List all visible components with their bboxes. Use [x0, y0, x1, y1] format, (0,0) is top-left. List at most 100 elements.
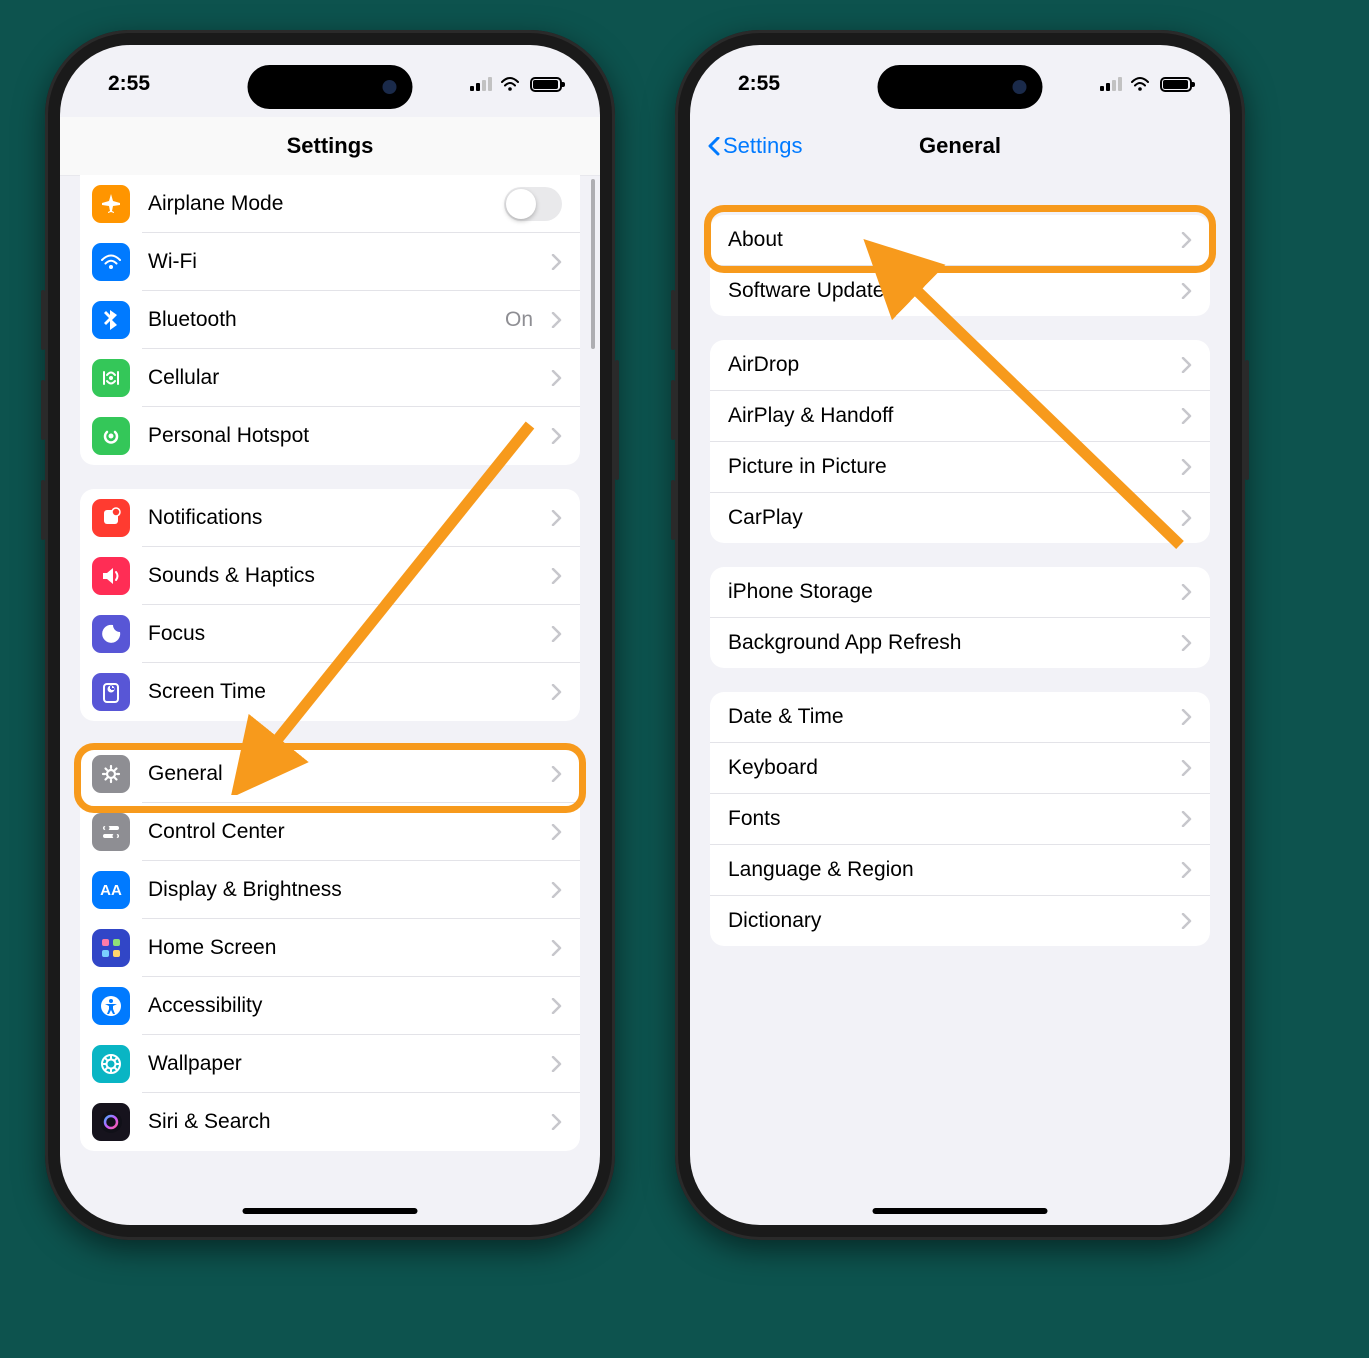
row-accessibility[interactable]: Accessibility	[80, 977, 580, 1035]
display-icon	[92, 871, 130, 909]
chevron-right-icon	[551, 998, 562, 1014]
chevron-right-icon	[551, 766, 562, 782]
toggle-airplane[interactable]	[504, 187, 562, 221]
sounds-icon	[92, 557, 130, 595]
row-label: Cellular	[148, 366, 533, 390]
row-screen-time[interactable]: Screen Time	[80, 663, 580, 721]
row-iphone-storage[interactable]: iPhone Storage	[710, 567, 1210, 617]
row-label: AirDrop	[728, 353, 1163, 377]
row-airplane-mode[interactable]: Airplane Mode	[80, 175, 580, 233]
screen-1: 2:55 Settings Airplane Mode W	[60, 45, 600, 1225]
row-home-screen[interactable]: Home Screen	[80, 919, 580, 977]
screentime-icon	[92, 673, 130, 711]
row-picture-in-picture[interactable]: Picture in Picture	[710, 441, 1210, 492]
row-label: Focus	[148, 622, 533, 646]
bluetooth-icon	[92, 301, 130, 339]
row-label: Picture in Picture	[728, 455, 1163, 479]
battery-icon	[530, 77, 562, 92]
row-cellular[interactable]: Cellular	[80, 349, 580, 407]
home-indicator[interactable]	[243, 1208, 418, 1214]
row-label: About	[728, 228, 1163, 252]
row-label: Background App Refresh	[728, 631, 1163, 655]
content-settings[interactable]: Airplane Mode Wi-Fi Bluetooth On	[60, 175, 600, 1225]
row-airplay-handoff[interactable]: AirPlay & Handoff	[710, 390, 1210, 441]
row-dictionary[interactable]: Dictionary	[710, 895, 1210, 946]
chevron-right-icon	[551, 568, 562, 584]
status-indicators	[1100, 71, 1192, 92]
chevron-right-icon	[1181, 862, 1192, 878]
row-display-brightness[interactable]: Display & Brightness	[80, 861, 580, 919]
chevron-left-icon	[708, 137, 721, 157]
row-software-update[interactable]: Software Update	[710, 265, 1210, 316]
row-personal-hotspot[interactable]: Personal Hotspot	[80, 407, 580, 465]
row-label: Notifications	[148, 506, 533, 530]
row-label: Bluetooth	[148, 308, 487, 332]
back-button[interactable]: Settings	[700, 117, 811, 175]
row-label: Airplane Mode	[148, 192, 486, 216]
row-keyboard[interactable]: Keyboard	[710, 742, 1210, 793]
row-label: Fonts	[728, 807, 1163, 831]
accessibility-icon	[92, 987, 130, 1025]
dynamic-island	[248, 65, 413, 109]
row-notifications[interactable]: Notifications	[80, 489, 580, 547]
chevron-right-icon	[1181, 459, 1192, 475]
row-label: CarPlay	[728, 506, 1163, 530]
row-siri-search[interactable]: Siri & Search	[80, 1093, 580, 1151]
row-control-center[interactable]: Control Center	[80, 803, 580, 861]
group-connectivity: Airplane Mode Wi-Fi Bluetooth On	[80, 175, 580, 465]
chevron-right-icon	[1181, 357, 1192, 373]
row-background-app-refresh[interactable]: Background App Refresh	[710, 617, 1210, 668]
chevron-right-icon	[551, 510, 562, 526]
row-detail: On	[505, 308, 533, 332]
siri-icon	[92, 1103, 130, 1141]
scrollbar[interactable]	[591, 179, 595, 349]
chevron-right-icon	[1181, 283, 1192, 299]
cellular-signal-icon	[470, 77, 492, 91]
row-label: Sounds & Haptics	[148, 564, 533, 588]
home-indicator[interactable]	[873, 1208, 1048, 1214]
chevron-right-icon	[1181, 913, 1192, 929]
hotspot-icon	[92, 417, 130, 455]
group-alerts: Notifications Sounds & Haptics Focus Scr…	[80, 489, 580, 721]
row-label: Language & Region	[728, 858, 1163, 882]
navbar-settings: Settings	[60, 117, 600, 175]
row-label: iPhone Storage	[728, 580, 1163, 604]
row-sounds-haptics[interactable]: Sounds & Haptics	[80, 547, 580, 605]
phone-2: 2:55 Settings General About Softwa	[675, 30, 1245, 1240]
row-carplay[interactable]: CarPlay	[710, 492, 1210, 543]
row-about[interactable]: About	[710, 215, 1210, 265]
navbar-general: Settings General	[690, 117, 1230, 175]
row-date-time[interactable]: Date & Time	[710, 692, 1210, 742]
dynamic-island	[878, 65, 1043, 109]
row-language-region[interactable]: Language & Region	[710, 844, 1210, 895]
cellular-icon	[92, 359, 130, 397]
group-storage: iPhone Storage Background App Refresh	[710, 567, 1210, 668]
wifi-icon	[1131, 77, 1151, 92]
row-fonts[interactable]: Fonts	[710, 793, 1210, 844]
chevron-right-icon	[551, 684, 562, 700]
chevron-right-icon	[1181, 811, 1192, 827]
row-airdrop[interactable]: AirDrop	[710, 340, 1210, 390]
row-wifi[interactable]: Wi-Fi	[80, 233, 580, 291]
home-screen-icon	[92, 929, 130, 967]
row-label: Control Center	[148, 820, 533, 844]
row-label: Wi-Fi	[148, 250, 515, 274]
chevron-right-icon	[1181, 709, 1192, 725]
cellular-signal-icon	[1100, 77, 1122, 91]
chevron-right-icon	[1181, 635, 1192, 651]
wifi-icon	[501, 77, 521, 92]
chevron-right-icon	[551, 1114, 562, 1130]
row-focus[interactable]: Focus	[80, 605, 580, 663]
chevron-right-icon	[1181, 760, 1192, 776]
battery-icon	[1160, 77, 1192, 92]
chevron-right-icon	[1181, 510, 1192, 526]
group-sharing: AirDrop AirPlay & Handoff Picture in Pic…	[710, 340, 1210, 543]
row-general[interactable]: General	[80, 745, 580, 803]
focus-icon	[92, 615, 130, 653]
status-indicators	[470, 71, 562, 92]
content-general[interactable]: About Software Update AirDrop AirPlay & …	[690, 175, 1230, 1225]
page-title: General	[919, 133, 1001, 159]
row-wallpaper[interactable]: Wallpaper	[80, 1035, 580, 1093]
row-bluetooth[interactable]: Bluetooth On	[80, 291, 580, 349]
status-time: 2:55	[738, 66, 780, 96]
